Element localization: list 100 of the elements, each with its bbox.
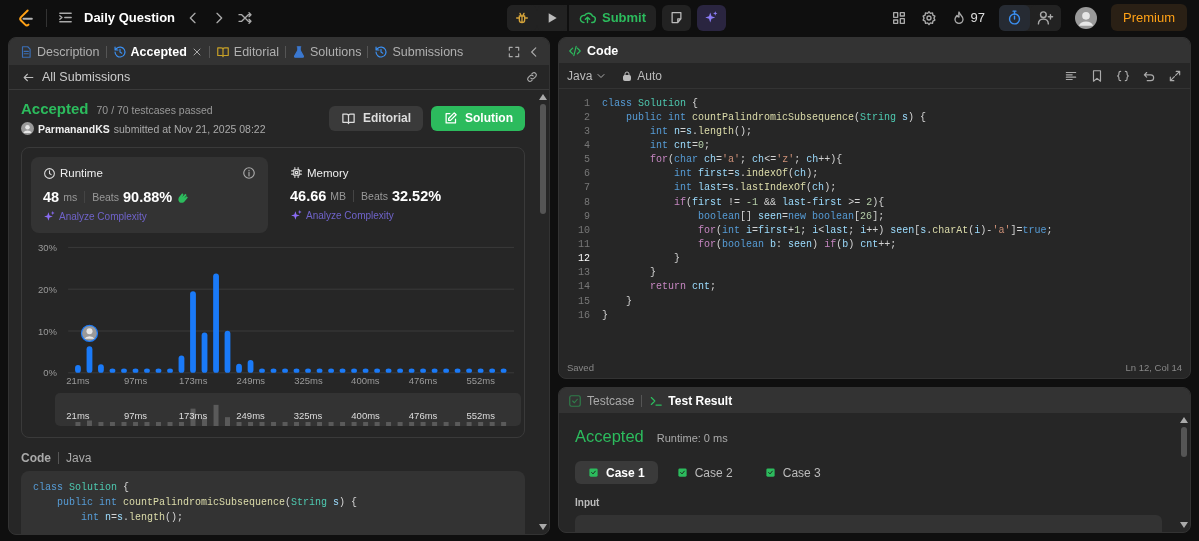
histogram-bar[interactable] <box>224 330 231 373</box>
problem-list-title[interactable]: Daily Question <box>84 10 176 25</box>
histogram-bar[interactable] <box>466 368 472 373</box>
histogram-bar[interactable] <box>385 368 392 373</box>
line-number: 15 <box>577 295 590 307</box>
username-link[interactable]: ParmanandKS <box>38 122 110 135</box>
stat-card[interactable]: Runtime 48 ms Beats 90.88% Analyze Complexity <box>31 157 268 233</box>
scrollbar-thumb[interactable] <box>540 104 546 214</box>
line-number: 10 <box>577 224 590 236</box>
user-avatar <box>21 122 34 135</box>
beats-percent: 32.52% <box>391 188 442 204</box>
scroll-down-icon[interactable] <box>1180 522 1188 528</box>
code-line: boolean[] seen=new boolean[26]; <box>697 210 885 222</box>
histogram-bar[interactable] <box>282 368 288 373</box>
maximize-icon[interactable] <box>1168 68 1182 83</box>
code-line: return cnt; <box>649 281 717 293</box>
histogram-bar[interactable] <box>431 368 438 373</box>
histogram-bar[interactable] <box>454 368 461 373</box>
histogram-bar[interactable] <box>420 368 426 373</box>
language-select[interactable]: Java <box>567 68 608 83</box>
histogram-bar[interactable] <box>362 368 369 373</box>
panel-tab[interactable]: Submissions <box>374 44 464 59</box>
histogram-bar[interactable] <box>500 368 507 373</box>
histogram-bar[interactable] <box>86 346 93 373</box>
shuffle-icon[interactable] <box>237 9 254 26</box>
link-icon[interactable] <box>525 70 539 84</box>
axis-label: 400ms <box>351 410 380 421</box>
editorial-button[interactable]: Editorial <box>329 105 423 131</box>
layout-icon[interactable] <box>890 9 907 26</box>
histogram-bar[interactable] <box>155 368 162 373</box>
panel-tab[interactable]: Solutions <box>292 44 362 59</box>
panel-tab[interactable]: Test Result <box>649 393 733 408</box>
submit-button[interactable]: Submit <box>566 4 657 31</box>
histogram-bar[interactable] <box>293 368 300 373</box>
scroll-down-icon[interactable] <box>539 524 547 530</box>
line-number: 8 <box>583 196 590 208</box>
histogram-bar[interactable] <box>98 364 104 373</box>
settings-icon[interactable] <box>920 9 937 26</box>
histogram-bar[interactable] <box>178 355 185 373</box>
add-user-icon[interactable] <box>1037 9 1054 26</box>
all-submissions-link[interactable]: All Submissions <box>42 70 131 84</box>
histogram-bar[interactable] <box>132 368 139 373</box>
ai-button[interactable] <box>697 4 727 31</box>
panel-tab[interactable]: Description <box>19 44 100 59</box>
bookmark-icon[interactable] <box>1090 68 1104 83</box>
histogram-bar[interactable] <box>305 368 311 373</box>
histogram-bar[interactable] <box>201 332 208 373</box>
code-line: } <box>625 295 632 307</box>
fullscreen-icon[interactable] <box>507 44 521 59</box>
axis-label: 400ms <box>351 375 380 386</box>
histogram-bar[interactable] <box>247 360 254 373</box>
scroll-up-icon[interactable] <box>1180 417 1188 424</box>
histogram-bar[interactable] <box>397 368 403 373</box>
histogram-bar[interactable] <box>167 368 173 373</box>
histogram-bar[interactable] <box>236 363 242 373</box>
histogram-bar[interactable] <box>121 368 127 373</box>
histogram-bar[interactable] <box>374 368 380 373</box>
code-line: int cnt=0; <box>649 140 711 151</box>
cursor-position: Ln 12, Col 14 <box>1125 361 1182 373</box>
stat-value: 46.66 <box>290 188 327 204</box>
panel-tab[interactable]: Testcase <box>568 393 635 408</box>
document-icon <box>19 44 33 59</box>
histogram-bar[interactable] <box>351 368 357 373</box>
histogram-bar[interactable] <box>339 368 346 373</box>
histogram-bar[interactable] <box>408 368 415 373</box>
histogram-bar[interactable] <box>109 368 116 373</box>
axis-label: 0% <box>43 367 57 379</box>
histogram-bar[interactable] <box>75 365 81 373</box>
histogram-bar[interactable] <box>144 368 150 373</box>
case-tab[interactable]: Case 1 <box>575 461 658 485</box>
sparkle-icon <box>704 10 720 25</box>
line-number: 12 <box>577 253 590 265</box>
status-label: Accepted <box>21 100 89 117</box>
histogram-bar[interactable] <box>259 368 265 373</box>
stopwatch-icon[interactable] <box>1006 9 1023 26</box>
braces-icon[interactable] <box>1116 68 1130 83</box>
user-avatar-marker[interactable] <box>80 324 99 342</box>
axis-label: 249ms <box>236 375 266 386</box>
histogram-bar[interactable] <box>489 368 496 373</box>
streak-count: 97 <box>970 10 985 25</box>
panel-tab[interactable]: Accepted <box>112 44 203 59</box>
language-label: Java <box>66 451 92 465</box>
histogram-bar[interactable] <box>328 368 334 373</box>
logo-icon[interactable] <box>16 7 36 28</box>
stat-unit: MB <box>330 190 347 202</box>
histogram-bar[interactable] <box>477 368 484 373</box>
info-icon[interactable] <box>242 166 256 180</box>
histogram-bar[interactable] <box>316 368 323 373</box>
code-line: public int countPalindromicSubsequence(String s) { <box>625 111 927 123</box>
scroll-up-icon[interactable] <box>539 94 547 100</box>
stat-card[interactable]: Memory 46.66 MB Beats 32.52% Analyze Complexity <box>278 157 515 233</box>
panel-tab[interactable]: Editorial <box>215 44 279 59</box>
case-tab[interactable]: Case 2 <box>663 461 746 485</box>
note-button[interactable] <box>662 4 692 31</box>
scrollbar-thumb[interactable] <box>1181 427 1187 458</box>
premium-button[interactable]: Premium <box>1111 4 1187 31</box>
histogram-bar[interactable] <box>443 368 450 373</box>
histogram-bar[interactable] <box>270 368 277 373</box>
case-tab[interactable]: Case 3 <box>751 461 834 485</box>
clock-icon <box>43 166 56 180</box>
